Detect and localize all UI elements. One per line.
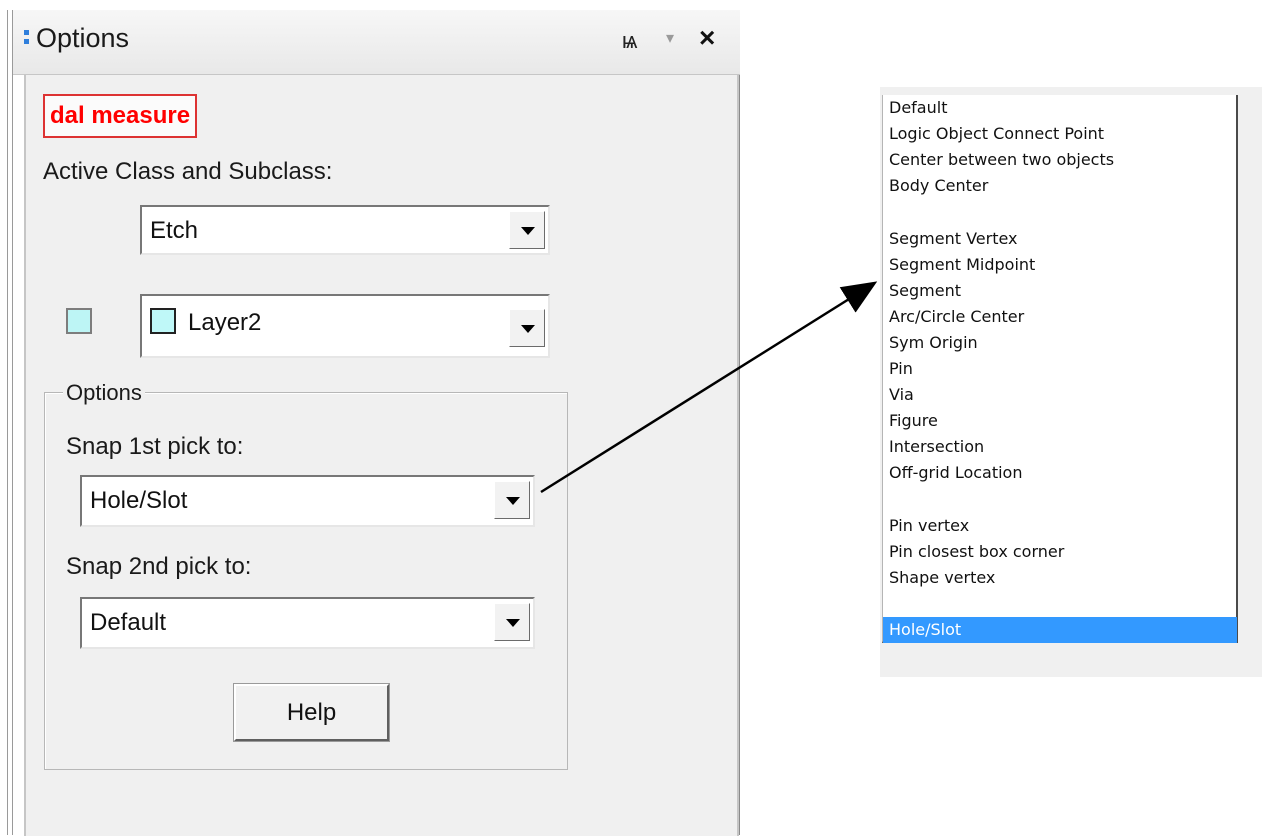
list-item[interactable]: Logic Object Connect Point xyxy=(883,121,1237,147)
list-item[interactable]: Pin closest box corner xyxy=(883,539,1237,565)
list-item[interactable]: Figure xyxy=(883,408,1237,434)
list-item[interactable]: Arc/Circle Center xyxy=(883,304,1237,330)
list-item[interactable]: Default xyxy=(883,95,1237,121)
list-item[interactable]: Segment Midpoint xyxy=(883,252,1237,278)
list-item[interactable]: Body Center xyxy=(883,173,1237,199)
list-separator xyxy=(883,591,1237,617)
list-separator xyxy=(883,487,1237,513)
list-item[interactable]: Sym Origin xyxy=(883,330,1237,356)
list-item[interactable]: Segment xyxy=(883,278,1237,304)
list-item[interactable]: Intersection xyxy=(883,434,1237,460)
list-item[interactable]: Hole/Slot xyxy=(883,617,1237,643)
list-item[interactable]: Shape vertex xyxy=(883,565,1237,591)
list-item[interactable]: Pin vertex xyxy=(883,513,1237,539)
list-item[interactable]: Center between two objects xyxy=(883,147,1237,173)
list-item[interactable]: Pin xyxy=(883,356,1237,382)
list-item[interactable]: Off-grid Location xyxy=(883,460,1237,486)
list-item[interactable]: Segment Vertex xyxy=(883,226,1237,252)
list-item[interactable]: Via xyxy=(883,382,1237,408)
list-separator xyxy=(883,199,1237,225)
snap-options-list[interactable]: Default Logic Object Connect Point Center … xyxy=(882,95,1238,643)
